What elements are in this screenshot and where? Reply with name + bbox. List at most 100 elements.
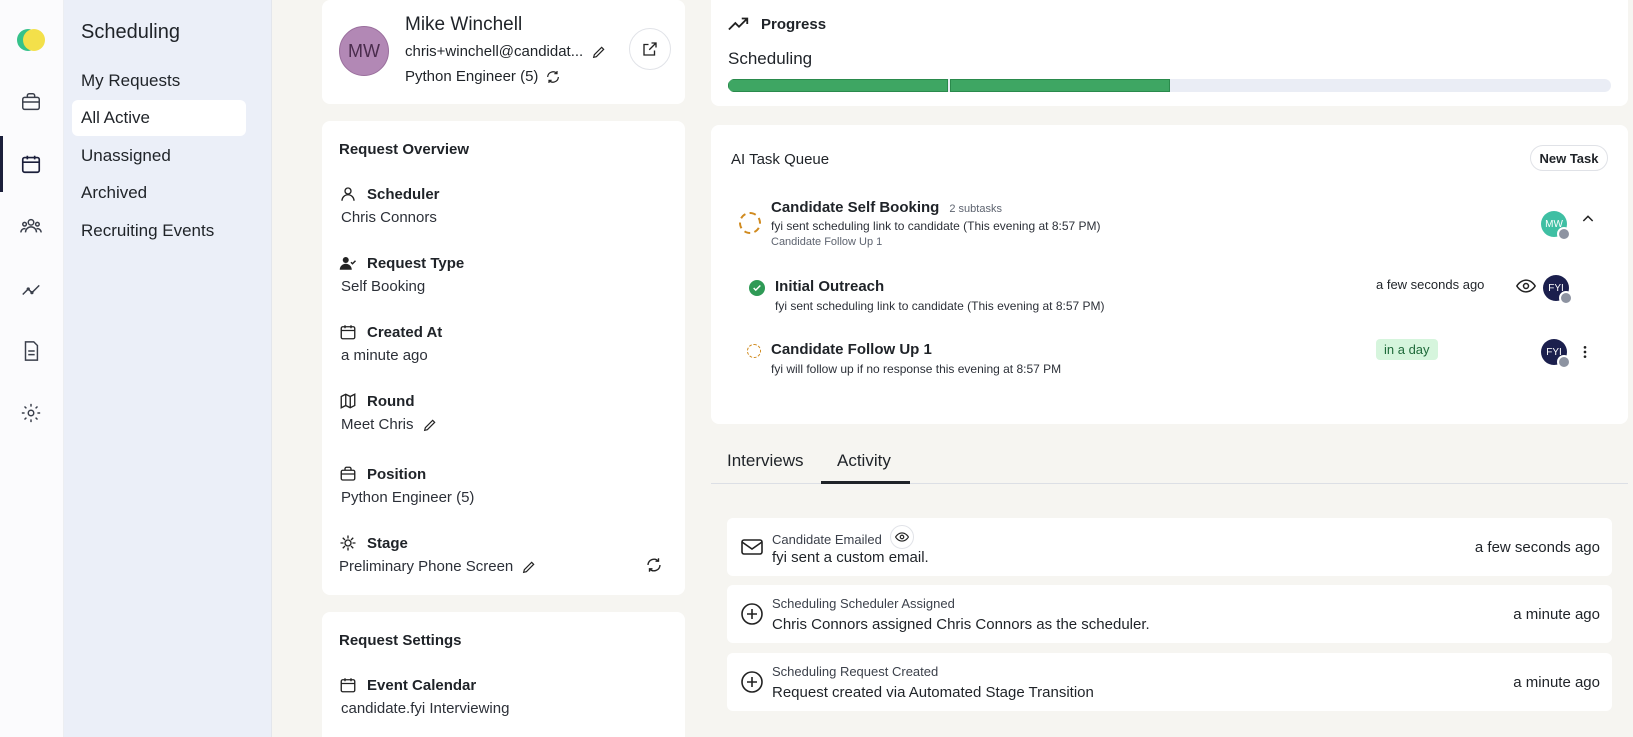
candidate-card: MW Mike Winchell chris+winchell@candidat… xyxy=(322,0,685,104)
activity-type: Scheduling Request Created xyxy=(772,664,939,679)
refresh-stage-icon[interactable] xyxy=(645,556,663,574)
ai-task-queue-card: AI Task Queue New Task Candidate Self Bo… xyxy=(711,125,1628,424)
main-task-title[interactable]: Candidate Self Booking xyxy=(771,199,939,216)
active-tab-indicator xyxy=(821,481,910,484)
map-icon xyxy=(339,392,359,412)
activity-time: a few seconds ago xyxy=(1474,539,1600,556)
main-task-description: fyi sent scheduling link to candidate (T… xyxy=(771,219,1101,233)
avatar: MW xyxy=(1541,211,1571,241)
trending-up-icon xyxy=(728,15,750,33)
field-label-created-at: Created At xyxy=(367,324,443,342)
main-task-subtasks: 2 subtasks xyxy=(949,203,1002,215)
activity-item: Scheduling Scheduler Assigned Chris Conn… xyxy=(727,585,1612,643)
external-link-icon xyxy=(643,42,657,56)
pending-status-icon xyxy=(739,212,761,234)
people-icon[interactable] xyxy=(19,214,43,238)
subtask-description: fyi will follow up if no response this e… xyxy=(771,362,1062,376)
activity-text: Chris Connors assigned Chris Connors as … xyxy=(772,616,1150,633)
overview-title: Request Overview xyxy=(339,141,470,158)
subtask-title[interactable]: Initial Outreach xyxy=(775,278,884,295)
edit-stage-icon[interactable] xyxy=(521,559,537,575)
edit-email-icon[interactable] xyxy=(591,44,607,60)
logo-icon[interactable] xyxy=(17,27,45,51)
nav-item-unassigned[interactable]: Unassigned xyxy=(72,138,246,174)
nav-item-recruiting-events[interactable]: Recruiting Events xyxy=(72,213,246,249)
eye-icon[interactable] xyxy=(889,525,914,549)
rail-active-indicator xyxy=(0,136,3,192)
main-task-next: Candidate Follow Up 1 xyxy=(771,236,883,248)
refresh-icon[interactable] xyxy=(545,69,561,85)
activity-item: Candidate Emailed fyi sent a custom emai… xyxy=(727,518,1612,576)
user-check-icon xyxy=(339,254,359,274)
field-value-scheduler: Chris Connors xyxy=(341,209,437,226)
field-value-stage: Preliminary Phone Screen xyxy=(339,558,514,575)
activity-time: a minute ago xyxy=(1513,606,1600,623)
nav-item-my-requests[interactable]: My Requests xyxy=(72,63,246,99)
field-label-event-calendar: Event Calendar xyxy=(367,677,477,695)
subtask-time: a few seconds ago xyxy=(1376,277,1485,292)
avatar: FYI xyxy=(1541,339,1571,369)
nav-item-archived[interactable]: Archived xyxy=(72,175,246,211)
briefcase-icon xyxy=(339,465,359,485)
plus-circle-icon xyxy=(740,670,764,694)
check-circle-icon xyxy=(749,280,765,296)
activity-text: fyi sent a custom email. xyxy=(772,549,929,566)
activity-type: Scheduling Scheduler Assigned xyxy=(772,596,955,611)
queue-title: AI Task Queue xyxy=(731,151,830,168)
mail-icon xyxy=(740,535,764,559)
subtask-title[interactable]: Candidate Follow Up 1 xyxy=(771,341,932,358)
activity-type: Candidate Emailed xyxy=(772,531,882,547)
icon-rail xyxy=(0,0,64,737)
stage-gear-icon xyxy=(339,534,359,554)
field-value-event-calendar: candidate.fyi Interviewing xyxy=(341,700,510,717)
chevron-up-icon[interactable] xyxy=(1580,211,1596,227)
candidate-name: Mike Winchell xyxy=(405,14,523,35)
subtask-description: fyi sent scheduling link to candidate (T… xyxy=(775,299,1105,313)
avatar: FYI xyxy=(1543,275,1573,305)
activity-text: Request created via Automated Stage Tran… xyxy=(772,684,1094,701)
document-icon[interactable] xyxy=(19,339,43,363)
field-label-request-type: Request Type xyxy=(367,255,465,273)
progress-bar xyxy=(728,79,1611,92)
progress-segment xyxy=(949,79,1170,92)
tab-activity[interactable]: Activity xyxy=(837,451,891,471)
settings-title: Request Settings xyxy=(339,632,462,649)
field-label-position: Position xyxy=(367,466,427,484)
field-value-created-at: a minute ago xyxy=(341,347,428,364)
bot-badge-icon xyxy=(1557,355,1571,369)
candidate-avatar: MW xyxy=(339,26,389,76)
progress-stage: Scheduling xyxy=(728,49,813,68)
candidate-position: Python Engineer (5) xyxy=(405,68,539,85)
person-badge-icon xyxy=(1557,227,1571,241)
pending-status-icon xyxy=(747,344,761,358)
person-icon xyxy=(339,185,359,205)
request-settings-card: Request Settings Event Calendar candidat… xyxy=(322,612,685,737)
nav-item-all-active[interactable]: All Active xyxy=(72,100,246,136)
bot-badge-icon xyxy=(1559,291,1573,305)
calendar-icon xyxy=(339,323,359,343)
gear-icon[interactable] xyxy=(19,401,43,425)
field-value-position: Python Engineer (5) xyxy=(341,489,475,506)
progress-card: Progress Scheduling xyxy=(711,0,1628,106)
status-badge: in a day xyxy=(1376,339,1438,360)
calendar-icon xyxy=(339,676,359,696)
calendar-icon[interactable] xyxy=(19,152,43,176)
field-label-stage: Stage xyxy=(367,535,408,553)
open-external-button[interactable] xyxy=(629,28,671,70)
activity-item: Scheduling Request Created Request creat… xyxy=(727,653,1612,711)
new-task-button[interactable]: New Task xyxy=(1530,145,1608,171)
request-overview-card: Request Overview Scheduler Chris Connors… xyxy=(322,121,685,595)
briefcase-icon[interactable] xyxy=(19,90,43,114)
field-value-request-type: Self Booking xyxy=(341,278,426,295)
eye-icon[interactable] xyxy=(1516,278,1536,294)
field-label-round: Round xyxy=(367,393,415,411)
edit-round-icon[interactable] xyxy=(422,417,438,433)
nav-title: Scheduling xyxy=(81,21,180,43)
plus-circle-icon xyxy=(740,602,764,626)
field-label-scheduler: Scheduler xyxy=(367,186,440,204)
activity-time: a minute ago xyxy=(1513,674,1600,691)
analytics-icon[interactable] xyxy=(19,277,43,301)
tab-interviews[interactable]: Interviews xyxy=(727,451,804,471)
nav-sidebar: Scheduling My Requests All Active Unassi… xyxy=(64,0,272,737)
more-vertical-icon[interactable] xyxy=(1577,343,1593,361)
